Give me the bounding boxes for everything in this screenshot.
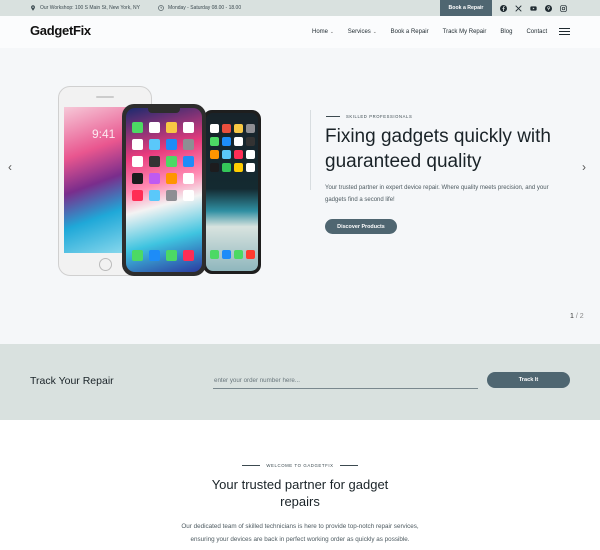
order-number-input[interactable] [213, 373, 478, 389]
site-header: GadgetFix Home ⌄ Services ⌄ Book a Repair … [0, 16, 600, 48]
nav-item-track-repair[interactable]: Track My Repair [443, 29, 487, 35]
hours-info: Monday - Saturday 08.00 - 18.00 [158, 0, 241, 16]
social-links [500, 0, 567, 16]
phone-image-front [122, 104, 206, 276]
address-info: Our Workshop: 100 S Main St, New York, N… [30, 0, 140, 16]
welcome-section: WELCOME TO GADGETFIX Your trusted partne… [0, 420, 600, 550]
hero-eyebrow-text: SKILLED PROFESSIONALS [346, 114, 413, 119]
chevron-down-icon: ⌄ [372, 29, 377, 34]
nav-item-home[interactable]: Home ⌄ [312, 29, 334, 35]
track-it-button[interactable]: Track It [487, 372, 570, 388]
hero-description: Your trusted partner in expert device re… [325, 185, 549, 203]
nav-label: Blog [500, 29, 513, 35]
book-repair-button[interactable]: Book a Repair [440, 0, 492, 16]
hero-title: Fixing gadgets quickly with guaranteed q… [325, 126, 551, 172]
facebook-icon[interactable] [500, 4, 507, 12]
nav-label: Services [347, 29, 371, 35]
hamburger-menu-icon[interactable] [559, 28, 570, 35]
chevron-right-icon[interactable]: › [582, 160, 586, 174]
location-pin-icon [31, 5, 35, 11]
youtube-icon[interactable] [530, 5, 537, 12]
pinterest-icon[interactable] [545, 4, 552, 12]
nav-item-book-repair[interactable]: Book a Repair [391, 29, 429, 35]
nav-item-services[interactable]: Services ⌄ [348, 29, 377, 35]
discover-products-button[interactable]: Discover Products [325, 219, 397, 234]
address-text: Our Workshop: 100 S Main St, New York, N… [40, 5, 140, 11]
welcome-eyebrow-text: WELCOME TO GADGETFIX [266, 463, 334, 468]
main-nav: Home ⌄ Services ⌄ Book a Repair Track My R… [312, 16, 561, 48]
phone-time: 9:41 [92, 127, 116, 141]
nav-item-contact[interactable]: Contact [526, 29, 547, 35]
hero-eyebrow: SKILLED PROFESSIONALS [326, 114, 412, 119]
slide-current: 1 [570, 313, 574, 320]
hero-slider: ‹ › 9:41 SKILLED PROFESSIONALS Fixing ga… [0, 48, 600, 344]
nav-item-blog[interactable]: Blog [500, 29, 512, 35]
nav-label: Contact [526, 29, 548, 35]
chevron-down-icon: ⌄ [330, 29, 334, 34]
phone-image-black [203, 110, 261, 274]
clock-icon [158, 5, 164, 11]
slide-total: 2 [579, 313, 584, 320]
nav-label: Home [312, 29, 329, 35]
hero-divider [310, 110, 311, 190]
hours-text: Monday - Saturday 08.00 - 18.00 [168, 5, 242, 11]
nav-label: Book a Repair [390, 29, 429, 35]
x-icon[interactable] [515, 4, 522, 12]
slide-pager: 1 / 2 [570, 313, 584, 320]
welcome-title: Your trusted partner for gadget repairs [211, 477, 389, 509]
track-title: Track Your Repair [30, 375, 114, 387]
top-info-bar: Our Workshop: 100 S Main St, New York, N… [0, 0, 600, 16]
nav-label: Track My Repair [442, 29, 487, 35]
track-repair-section: Track Your Repair Track It [0, 344, 600, 420]
site-logo[interactable]: GadgetFix [30, 23, 91, 38]
welcome-eyebrow: WELCOME TO GADGETFIX [0, 463, 600, 468]
chevron-left-icon[interactable]: ‹ [8, 160, 12, 174]
instagram-icon[interactable] [560, 4, 567, 12]
welcome-description: Our dedicated team of skilled technician… [181, 523, 419, 543]
